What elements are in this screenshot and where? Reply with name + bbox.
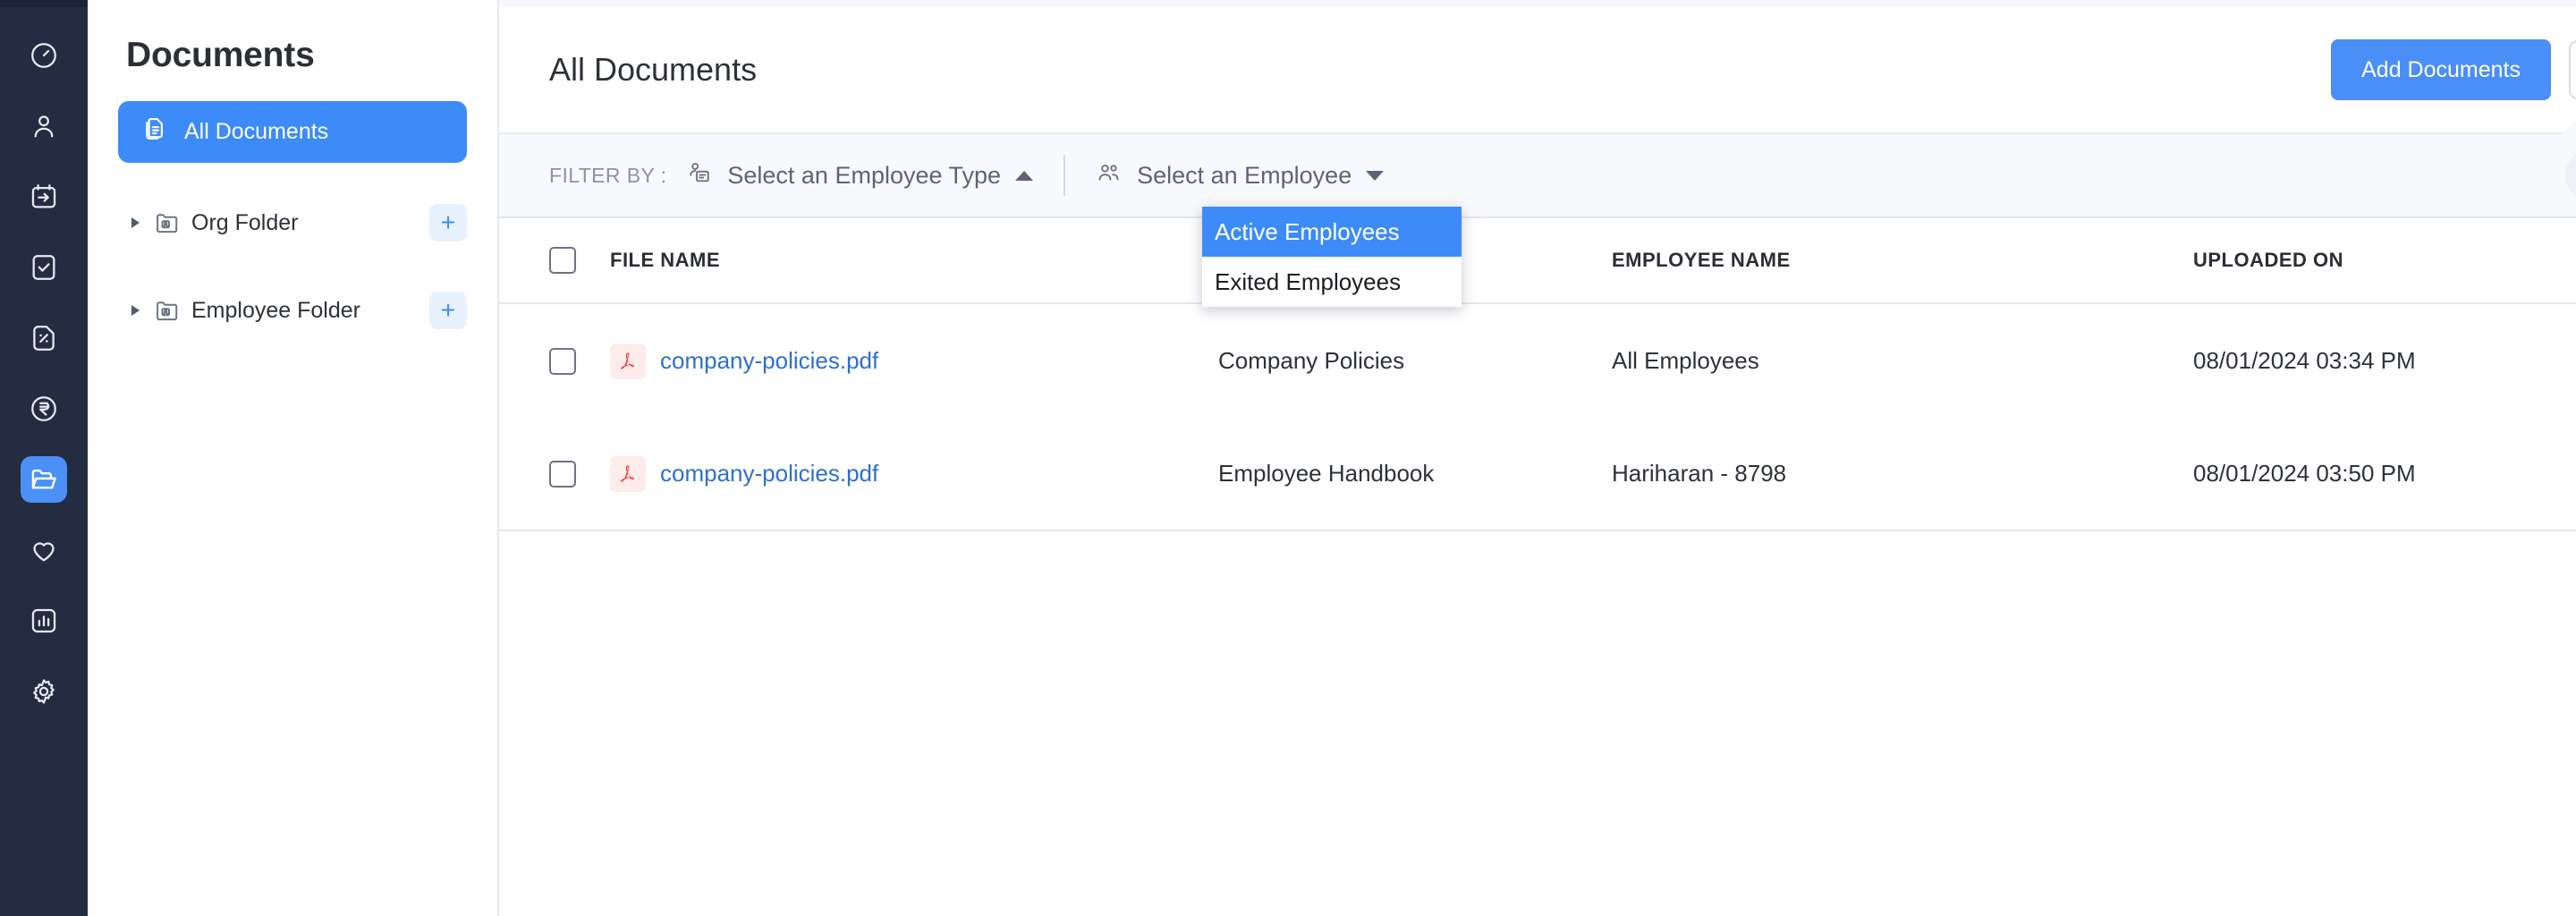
employee-type-select[interactable]: Select an Employee Type — [686, 132, 1033, 218]
select-all-checkbox[interactable] — [549, 247, 576, 274]
cell-file-name: company-policies.pdf — [610, 456, 1218, 492]
checkbox-task-icon — [21, 244, 67, 291]
add-documents-button[interactable]: Add Documents — [2331, 39, 2551, 100]
sidebar-tree-employee-folder[interactable]: Employee Folder + — [118, 283, 467, 338]
rail-top-notch — [0, 0, 88, 7]
employee-value: Select an Employee — [1137, 162, 1352, 190]
chevron-right-icon[interactable] — [123, 217, 147, 228]
sidebar-tree-label: Org Folder — [191, 210, 298, 236]
column-file-name: FILE NAME — [610, 249, 1218, 272]
file-name-link[interactable]: company-policies.pdf — [660, 460, 878, 488]
add-org-folder-button[interactable]: + — [429, 204, 467, 242]
filter-bar-notch — [2562, 118, 2576, 134]
cell-uploaded-on: 08/01/2024 03:34 PM — [2193, 347, 2576, 375]
rail-item-documents[interactable] — [0, 444, 88, 514]
filter-bar: FILTER BY : Select an Employee Type — [499, 132, 2576, 218]
row-select-cell — [549, 348, 610, 375]
employee-type-value: Select an Employee Type — [727, 162, 1001, 190]
cell-employee-name: All Employees — [1612, 347, 2193, 375]
filter-divider — [1063, 155, 1065, 196]
filter-by-label: FILTER BY : — [549, 164, 666, 188]
open-folder-icon — [21, 456, 67, 503]
header-actions: Add Documents — [2331, 39, 2576, 100]
rail-item-leave[interactable] — [0, 161, 88, 232]
documents-table: FILE NAME FOLDER NAME EMPLOYEE NAME UPLO… — [499, 218, 2576, 531]
rail-item-payroll[interactable] — [0, 373, 88, 444]
person-card-icon — [686, 160, 713, 191]
pdf-file-icon — [610, 456, 646, 492]
documents-stack-icon — [142, 115, 169, 148]
row-select-cell — [549, 461, 610, 488]
rail-item-settings[interactable] — [0, 656, 88, 726]
employee-type-dropdown-menu: Active Employees Exited Employees — [1202, 207, 1462, 307]
gear-icon — [21, 668, 67, 715]
people-icon — [1096, 160, 1123, 191]
org-folder-icon — [147, 209, 188, 236]
calendar-arrow-icon — [21, 174, 67, 220]
rail-item-employee[interactable] — [0, 90, 88, 161]
rail-item-tasks[interactable] — [0, 232, 88, 302]
content-header: All Documents Add Documents — [499, 7, 2576, 132]
primary-icon-rail — [0, 0, 88, 916]
select-all-cell — [549, 247, 610, 274]
dropdown-option-active-employees[interactable]: Active Employees — [1202, 207, 1462, 257]
rupee-circle-icon — [21, 386, 67, 432]
sidebar-tree-org-folder[interactable]: Org Folder + — [118, 195, 467, 250]
rail-item-reports[interactable] — [0, 585, 88, 656]
file-name-link[interactable]: company-policies.pdf — [660, 347, 878, 375]
add-employee-folder-button[interactable]: + — [429, 292, 467, 329]
clock-icon — [21, 32, 67, 79]
dropdown-option-exited-employees[interactable]: Exited Employees — [1202, 257, 1462, 307]
caret-up-icon — [1015, 171, 1033, 181]
column-employee-name: EMPLOYEE NAME — [1612, 249, 2193, 272]
cell-employee-name: Hariharan - 8798 — [1612, 460, 2193, 488]
rail-item-benefits[interactable] — [0, 514, 88, 585]
cell-folder-name: Employee Handbook — [1218, 460, 1612, 488]
sidebar-item-all-documents[interactable]: All Documents — [118, 101, 467, 163]
filter-toggle-button[interactable] — [2569, 40, 2576, 99]
caret-down-icon — [1366, 171, 1384, 181]
bar-chart-icon — [21, 598, 67, 644]
page-title: Documents — [118, 0, 467, 75]
table-row[interactable]: company-policies.pdf Employee Handbook H… — [499, 418, 2576, 531]
cell-uploaded-on: 08/01/2024 03:50 PM — [2193, 460, 2576, 488]
main-content: All Documents Add Documents FILTER BY : — [499, 0, 2576, 916]
row-checkbox[interactable] — [549, 461, 576, 488]
content-title: All Documents — [549, 51, 757, 89]
cell-folder-name: Company Policies — [1218, 347, 1612, 375]
pdf-file-icon — [610, 344, 646, 379]
user-icon — [21, 103, 67, 149]
close-filter-button[interactable] — [2565, 149, 2576, 201]
top-strip — [499, 0, 2576, 7]
documents-sidebar: Documents All Documents — [88, 0, 499, 916]
rail-item-tax[interactable] — [0, 302, 88, 373]
employee-select[interactable]: Select an Employee — [1096, 132, 1384, 218]
sidebar-tree-label: Employee Folder — [191, 298, 360, 324]
row-checkbox[interactable] — [549, 348, 576, 375]
app-root: Documents All Documents — [0, 0, 2576, 916]
cell-file-name: company-policies.pdf — [610, 344, 1218, 379]
heart-icon — [21, 527, 67, 573]
rail-item-time[interactable] — [0, 20, 88, 90]
column-uploaded-on: UPLOADED ON — [2193, 249, 2576, 272]
percent-doc-icon — [21, 315, 67, 361]
table-row[interactable]: company-policies.pdf Company Policies Al… — [499, 304, 2576, 418]
sidebar-item-label: All Documents — [184, 119, 328, 145]
employee-folder-icon — [147, 297, 188, 324]
chevron-right-icon[interactable] — [123, 305, 147, 316]
table-header-row: FILE NAME FOLDER NAME EMPLOYEE NAME UPLO… — [499, 218, 2576, 304]
